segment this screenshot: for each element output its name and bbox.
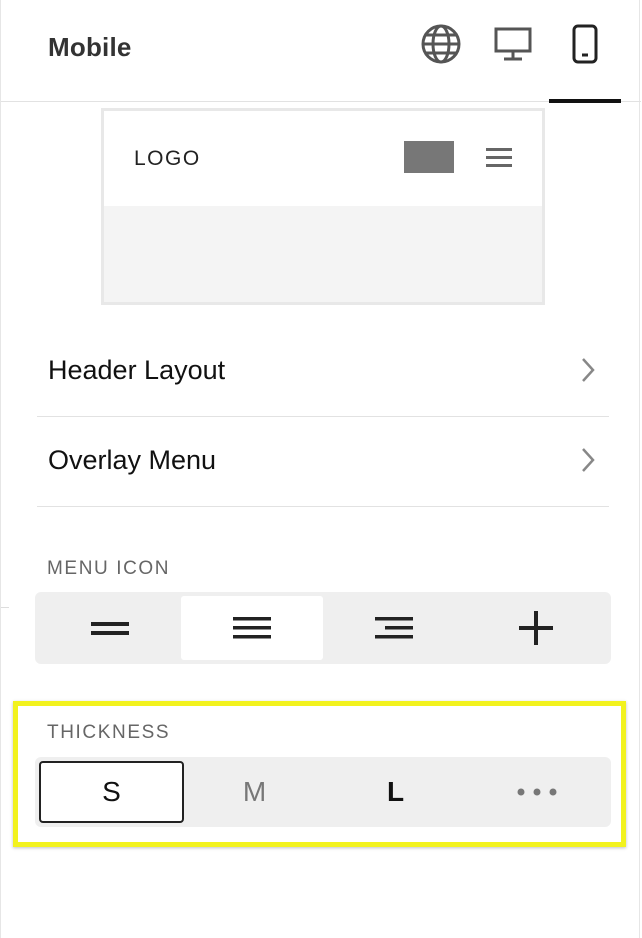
mobile-view-button[interactable] [557,18,613,70]
more-options-icon [517,788,556,796]
plus-icon [519,611,553,645]
active-view-indicator [549,99,621,103]
menu-icon-option-plus[interactable] [465,596,607,660]
thickness-selector: S M L [35,757,611,827]
global-view-button[interactable] [413,18,469,70]
panel-header: Mobile [1,0,641,103]
thickness-option-s[interactable]: S [39,761,184,823]
menu-icon-option-right-aligned[interactable] [323,596,465,660]
header-layout-label: Header Layout [48,355,226,385]
menu-icon-option-triple[interactable] [181,596,323,660]
preview-header-bar: LOGO [104,111,542,206]
overlay-menu-row[interactable]: Overlay Menu [37,417,609,507]
overlay-menu-label: Overlay Menu [48,445,217,475]
right-aligned-lines-icon [375,617,413,639]
preview-logo: LOGO [134,147,201,170]
desktop-view-button[interactable] [485,18,541,70]
mobile-header-panel: Mobile LOGO Header Layout Overlay Menu M… [0,0,641,938]
hamburger-icon [486,148,512,167]
header-layout-row[interactable]: Header Layout [37,327,609,417]
divider-mark [1,607,9,608]
double-line-icon [91,622,129,635]
thickness-option-l-label: L [386,776,405,807]
chevron-right-icon [582,358,595,382]
preview-button-placeholder [404,141,454,173]
thickness-option-more[interactable] [466,761,607,823]
menu-icon-selector [35,592,611,664]
menu-icon-section-label: MENU ICON [47,558,171,579]
triple-line-icon [233,617,271,639]
mobile-header-preview: LOGO [101,108,545,305]
desktop-icon [494,27,532,61]
chevron-right-icon [582,448,595,472]
menu-icon-option-double[interactable] [39,596,181,660]
thickness-option-l[interactable]: L [325,761,466,823]
thickness-option-m-label: M [242,776,267,807]
thickness-option-s-label: S [102,776,121,807]
panel-title: Mobile [48,32,132,62]
thickness-option-m[interactable]: M [184,761,325,823]
thickness-section-label: THICKNESS [47,722,171,743]
globe-icon [421,24,461,64]
mobile-icon [572,24,598,64]
